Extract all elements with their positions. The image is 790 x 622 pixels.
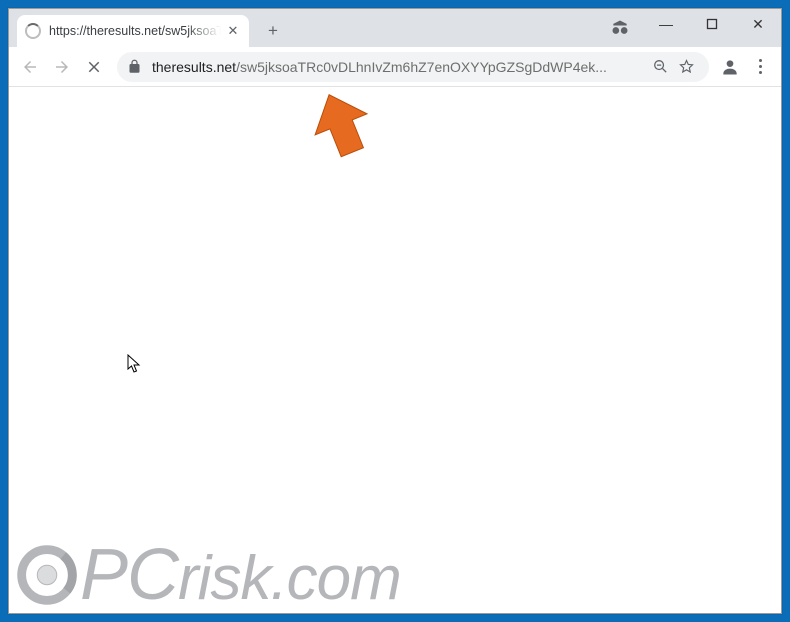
new-tab-button[interactable]: +: [259, 17, 287, 45]
close-window-button[interactable]: ✕: [735, 9, 781, 39]
url-text: theresults.net/sw5jksoaTRc0vDLhnIvZm6hZ7…: [152, 59, 647, 75]
menu-button[interactable]: [745, 52, 775, 82]
pointer-annotation-icon: [311, 90, 373, 158]
browser-tab[interactable]: https://theresults.net/sw5jksoaTR ✕: [17, 15, 249, 47]
toolbar: theresults.net/sw5jksoaTRc0vDLhnIvZm6hZ7…: [9, 47, 781, 87]
profile-avatar-icon[interactable]: [717, 54, 743, 80]
forward-button[interactable]: [47, 52, 77, 82]
maximize-button[interactable]: [689, 9, 735, 39]
zoom-icon[interactable]: [647, 54, 673, 80]
minimize-button[interactable]: —: [643, 9, 689, 39]
page-content: [9, 87, 781, 613]
bookmark-star-icon[interactable]: [673, 54, 699, 80]
url-host: theresults.net: [152, 59, 236, 75]
back-button[interactable]: [15, 52, 45, 82]
url-path: /sw5jksoaTRc0vDLhnIvZm6hZ7enOXYYpGZSgDdW…: [236, 59, 607, 75]
incognito-icon: [607, 15, 633, 41]
window-controls: — ✕: [643, 9, 781, 39]
titlebar: https://theresults.net/sw5jksoaTR ✕ + — …: [9, 9, 781, 47]
browser-window: https://theresults.net/sw5jksoaTR ✕ + — …: [8, 8, 782, 614]
lock-icon: [127, 59, 142, 74]
toolbar-right: [717, 52, 775, 82]
tab-title: https://theresults.net/sw5jksoaTR: [49, 24, 221, 38]
tab-close-button[interactable]: ✕: [225, 23, 241, 39]
cursor-icon: [127, 354, 143, 374]
stop-button[interactable]: [79, 52, 109, 82]
address-bar[interactable]: theresults.net/sw5jksoaTRc0vDLhnIvZm6hZ7…: [117, 52, 709, 82]
loading-spinner-icon: [25, 23, 41, 39]
